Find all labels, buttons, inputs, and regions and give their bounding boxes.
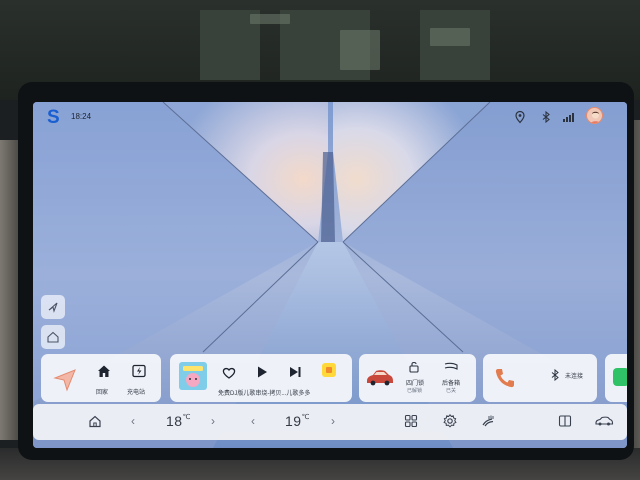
trunk-status: 已关: [446, 388, 457, 394]
door-lock-status: 已解锁: [407, 388, 423, 394]
now-playing-title[interactable]: 免费DJ版儿歌串烧-拷贝...儿歌多多: [218, 388, 310, 397]
right-temperature-value: 19: [285, 413, 302, 429]
album-art[interactable]: [179, 362, 207, 390]
map-compass-button[interactable]: [41, 295, 65, 319]
app-grid-icon[interactable]: [403, 413, 419, 429]
car-icon[interactable]: [365, 366, 395, 388]
seat-heater-icon[interactable]: [480, 413, 496, 429]
home-button-icon[interactable]: [87, 413, 103, 429]
navigation-arrow-icon[interactable]: [51, 364, 79, 392]
cellular-signal-icon: [563, 113, 574, 122]
phone-card: 未连接: [483, 354, 597, 402]
bottom-control-bar: ‹ 18℃ › ‹ 19℃ ›: [33, 404, 627, 440]
trunk-label[interactable]: 后备箱: [442, 378, 460, 387]
music-app-icon[interactable]: [322, 363, 336, 377]
clock: 18:24: [71, 112, 92, 121]
next-track-icon[interactable]: [288, 365, 302, 379]
right-temp-down-arrow[interactable]: ‹: [251, 415, 255, 427]
app-tile-partial[interactable]: [605, 354, 627, 402]
right-temperature[interactable]: 19℃: [285, 413, 310, 429]
left-temp-up-arrow[interactable]: ›: [211, 415, 215, 427]
bluetooth-status: 未连接: [565, 374, 584, 380]
left-temperature[interactable]: 18℃: [166, 413, 191, 429]
charging-station-label[interactable]: 充电站: [127, 387, 145, 396]
door-lock-icon[interactable]: [407, 360, 421, 374]
location-icon[interactable]: [513, 110, 527, 124]
home-outline-icon: [47, 331, 59, 343]
avatar-face-icon: [590, 111, 601, 123]
user-avatar[interactable]: [586, 107, 603, 124]
media-card: 免费DJ版儿歌串烧-拷贝...儿歌多多: [170, 354, 352, 402]
phone-icon[interactable]: [493, 366, 517, 390]
right-temperature-unit: ℃: [301, 414, 310, 421]
brand-logo[interactable]: S: [47, 108, 63, 128]
heart-icon[interactable]: [222, 366, 236, 380]
split-screen-icon[interactable]: [557, 413, 573, 429]
trunk-icon[interactable]: [443, 360, 459, 374]
background-sign: [430, 28, 470, 46]
background-window: [340, 30, 380, 70]
vehicle-status-icon[interactable]: [594, 413, 614, 429]
play-icon[interactable]: [255, 365, 269, 379]
left-temp-down-arrow[interactable]: ‹: [131, 415, 135, 427]
messaging-app-icon: [613, 368, 627, 386]
compass-icon: [48, 302, 58, 313]
settings-gear-icon[interactable]: [442, 413, 458, 429]
left-temperature-unit: ℃: [182, 414, 191, 421]
navigation-card: 回家 充电站: [41, 354, 161, 402]
charging-station-icon[interactable]: [131, 363, 147, 379]
right-temp-up-arrow[interactable]: ›: [331, 415, 335, 427]
status-bar: S 18:24: [33, 102, 627, 132]
door-lock-label[interactable]: 四门锁: [406, 378, 424, 387]
bluetooth-icon[interactable]: [539, 110, 553, 124]
home-label[interactable]: 回家: [96, 387, 108, 396]
background-sign: [250, 14, 290, 24]
map-home-button[interactable]: [41, 325, 65, 349]
vehicle-card: 四门锁 已解锁 后备箱 已关: [359, 354, 476, 402]
left-temperature-value: 18: [166, 413, 183, 429]
bluetooth-icon: [551, 369, 559, 381]
home-icon[interactable]: [96, 363, 112, 379]
infotainment-screen: S 18:24 回家 充电站 免费DJ版儿歌串烧-拷贝...儿歌多多 四门锁 已…: [33, 102, 627, 448]
